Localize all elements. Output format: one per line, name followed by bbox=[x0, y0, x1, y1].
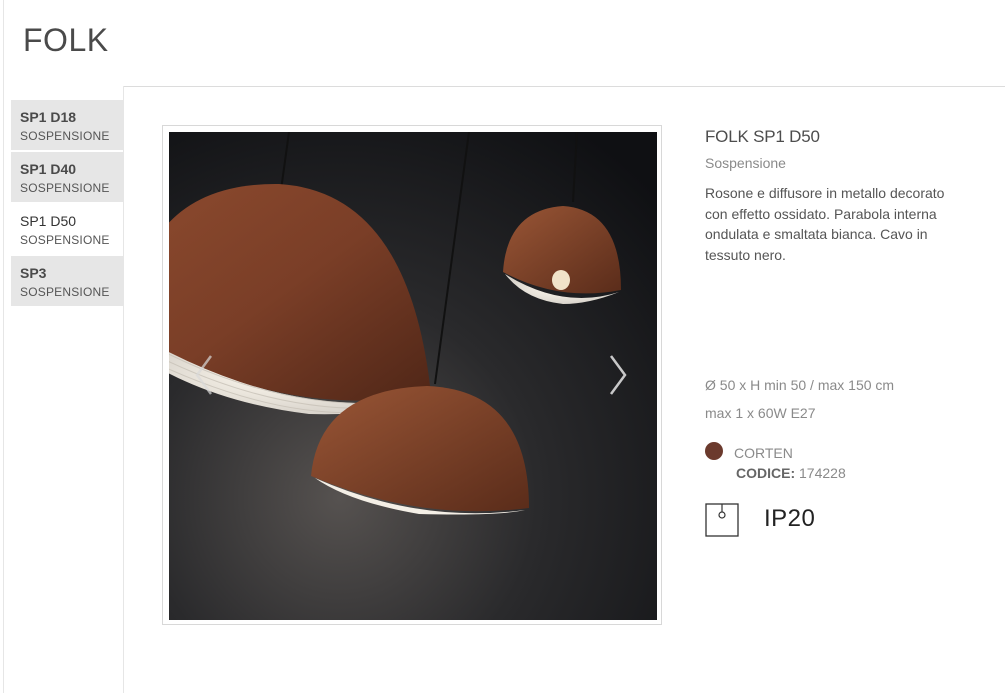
product-subtitle: Sospensione bbox=[705, 155, 786, 171]
variant-code: SP3 bbox=[20, 265, 47, 281]
variant-type: SOSPENSIONE bbox=[20, 233, 110, 247]
variant-code: SP1 D50 bbox=[20, 213, 77, 229]
code-value: 174228 bbox=[799, 465, 846, 481]
product-photo bbox=[169, 132, 657, 620]
variant-item-sp3[interactable]: SP3 SOSPENSIONE bbox=[11, 256, 123, 306]
variant-type: SOSPENSIONE bbox=[20, 285, 110, 299]
product-code: CODICE: 174228 bbox=[736, 465, 846, 481]
variant-nav: SP1 D18 SOSPENSIONE SP1 D40 SOSPENSIONE … bbox=[11, 100, 123, 308]
variant-code: SP1 D40 bbox=[20, 161, 77, 177]
variant-type: SOSPENSIONE bbox=[20, 129, 110, 143]
page-title: FOLK bbox=[23, 22, 109, 58]
product-title: FOLK SP1 D50 bbox=[705, 127, 820, 146]
finish-swatch[interactable] bbox=[705, 442, 723, 460]
ip-rating: IP20 bbox=[764, 505, 816, 532]
variant-item-sp1-d18[interactable]: SP1 D18 SOSPENSIONE bbox=[11, 100, 123, 150]
finish-name: CORTEN bbox=[734, 445, 793, 461]
variant-code: SP1 D18 bbox=[20, 109, 77, 125]
chevron-left-icon[interactable] bbox=[191, 352, 217, 398]
product-description: Rosone e diffusore in metallo decorato c… bbox=[705, 185, 945, 263]
content-divider-vertical bbox=[123, 86, 124, 693]
ip-rating-icon bbox=[705, 503, 739, 537]
left-border bbox=[3, 0, 4, 693]
content-divider bbox=[123, 86, 1005, 87]
product-power: max 1 x 60W E27 bbox=[705, 405, 816, 421]
variant-item-sp1-d40[interactable]: SP1 D40 SOSPENSIONE bbox=[11, 152, 123, 202]
product-dimensions: Ø 50 x H min 50 / max 150 cm bbox=[705, 377, 895, 393]
product-gallery bbox=[162, 125, 662, 625]
variant-type: SOSPENSIONE bbox=[20, 181, 110, 195]
code-label: CODICE: bbox=[736, 465, 796, 481]
product-details: FOLK SP1 D50 Sospensione Rosone e diffus… bbox=[705, 127, 995, 265]
variant-item-sp1-d50[interactable]: SP1 D50 SOSPENSIONE bbox=[11, 204, 123, 254]
chevron-right-icon[interactable] bbox=[605, 352, 631, 398]
